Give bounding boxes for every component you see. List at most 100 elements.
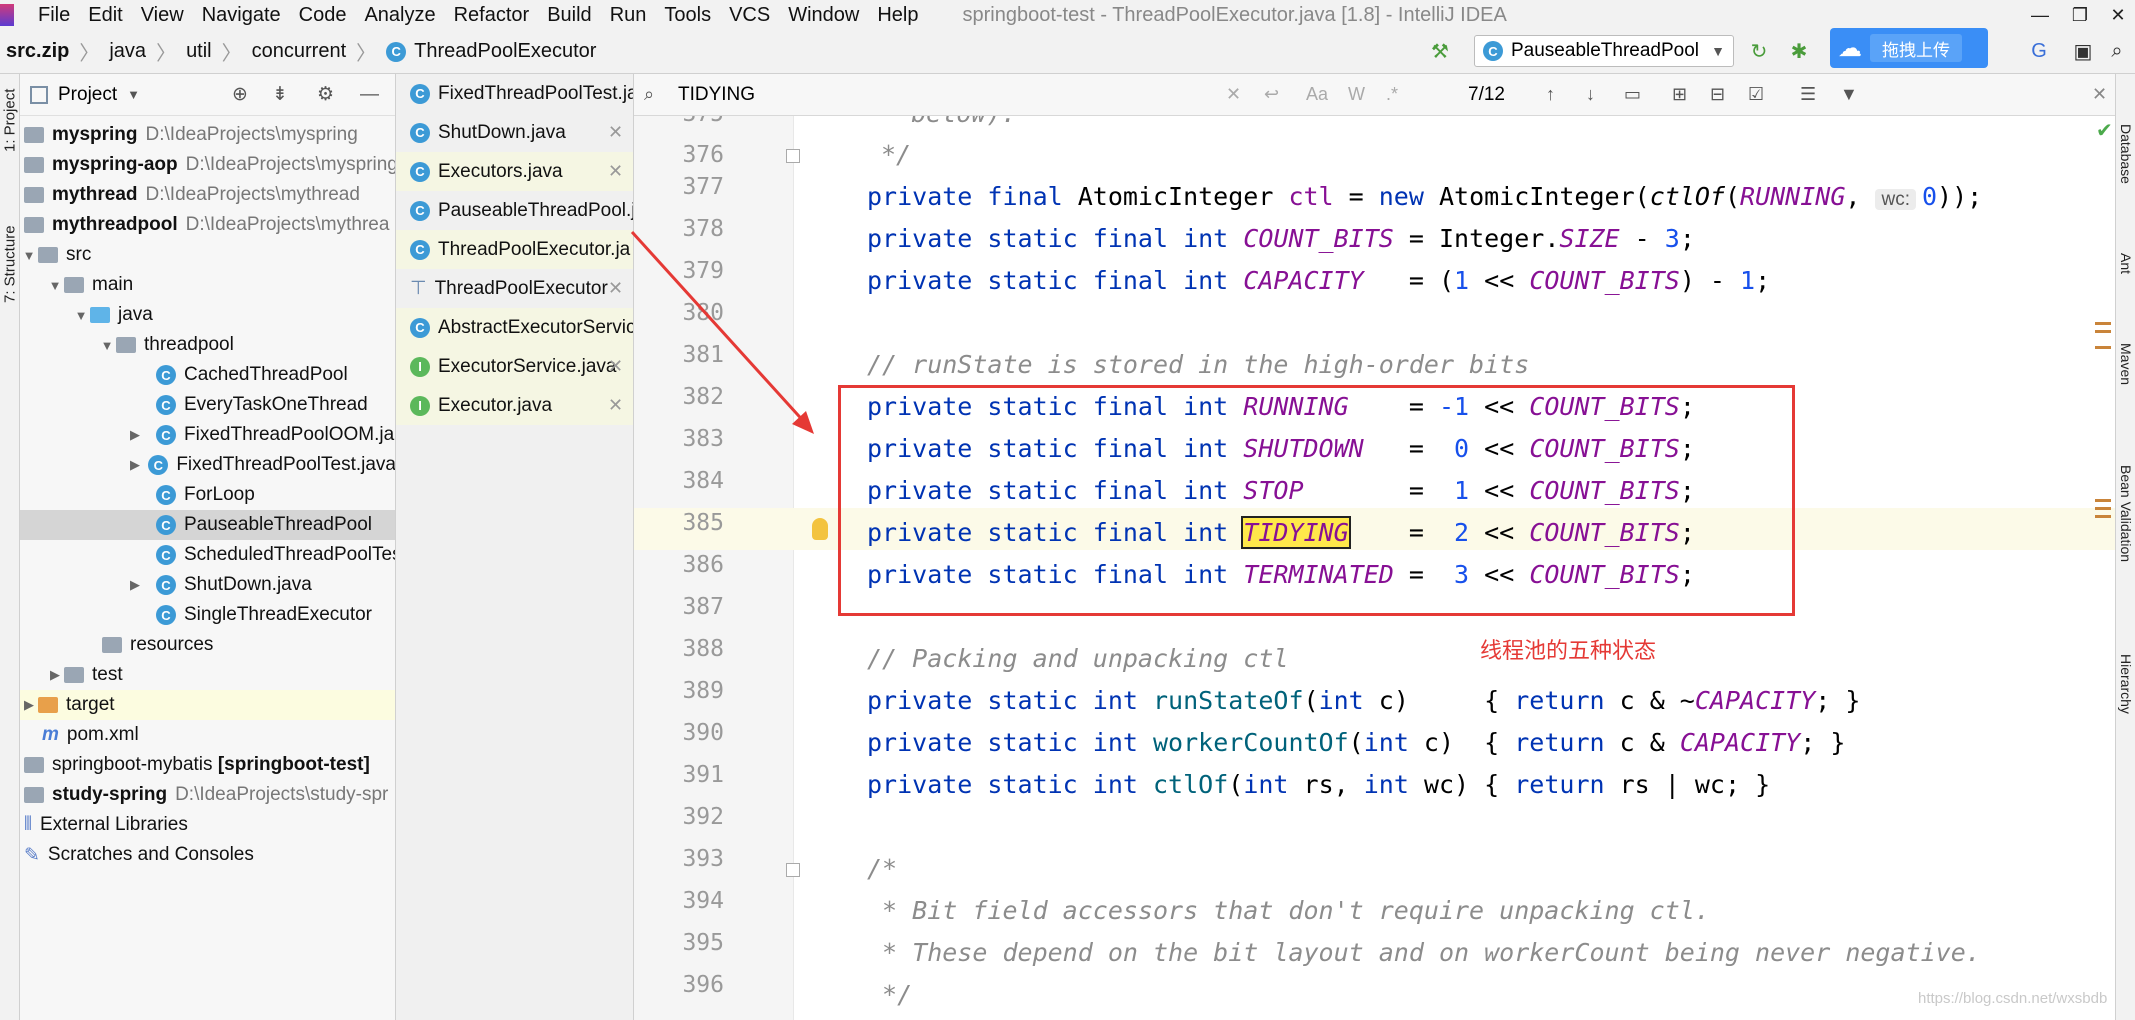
tree-item[interactable]: ✎ Scratches and Consoles (20, 840, 395, 870)
tree-item[interactable]: ▼ threadpool (20, 330, 395, 360)
tab-project[interactable]: 1: Project (0, 80, 20, 160)
menu-edit[interactable]: Edit (88, 4, 122, 27)
tree-item[interactable]: mythread D:\IdeaProjects\mythread (20, 180, 395, 210)
menu-refactor[interactable]: Refactor (454, 4, 530, 27)
open-file-tab[interactable]: ⊤ ThreadPoolExecutor ✕ (396, 269, 633, 308)
tab-ant[interactable]: Ant (2116, 234, 2135, 294)
run-configuration-select[interactable]: C PauseableThreadPool ▼ (1474, 35, 1734, 67)
open-file-tab[interactable]: C ShutDown.java ✕ (396, 113, 633, 152)
add-occurrence-icon[interactable]: ⊞ (1672, 84, 1687, 105)
tree-item[interactable]: ▶ test (20, 660, 395, 690)
debug-bug-icon[interactable]: ✱ (1784, 36, 1814, 66)
breadcrumb-threadpoolexecutor[interactable]: ThreadPoolExecutor (414, 40, 596, 63)
settings-icon[interactable]: ☰ (1800, 84, 1816, 105)
tree-item[interactable]: mythreadpool D:\IdeaProjects\mythrea (20, 210, 395, 240)
tree-item[interactable]: study-spring D:\IdeaProjects\study-spr (20, 780, 395, 810)
upload-button[interactable]: ☁ 拖拽上传 (1830, 28, 1988, 68)
close-tab-icon[interactable]: ✕ (608, 395, 623, 416)
menu-help[interactable]: Help (877, 4, 918, 27)
open-file-tab[interactable]: C Executors.java ✕ (396, 152, 633, 191)
locate-icon[interactable]: ⊕ (232, 83, 248, 106)
close-tab-icon[interactable]: ✕ (608, 356, 623, 377)
tree-item[interactable]: myspring-aop D:\IdeaProjects\myspring (20, 150, 395, 180)
tree-item[interactable]: C ScheduledThreadPoolTes (20, 540, 395, 570)
inspection-ok-icon[interactable]: ✔ (2096, 118, 2113, 143)
tab-database[interactable]: Database (2116, 104, 2135, 204)
whole-words-toggle[interactable]: W (1348, 84, 1365, 105)
tree-item[interactable]: C SingleThreadExecutor (20, 600, 395, 630)
search-everywhere-icon[interactable]: ⌕ (2102, 36, 2132, 66)
collapse-all-icon[interactable]: ⇟ (272, 83, 288, 106)
tree-item[interactable]: springboot-mybatis [springboot-test] (20, 750, 395, 780)
menu-code[interactable]: Code (299, 4, 347, 27)
menu-analyze[interactable]: Analyze (364, 4, 435, 27)
rerun-icon[interactable]: ↻ (1744, 36, 1774, 66)
close-find-icon[interactable]: ✕ (2092, 84, 2107, 105)
chevron-right-icon[interactable]: ▶ (126, 577, 144, 593)
close-window-icon[interactable]: ✕ (2098, 0, 2135, 30)
tree-item[interactable]: ▼ main (20, 270, 395, 300)
select-all-occurrences-icon[interactable]: ▭ (1624, 84, 1641, 105)
tree-item[interactable]: resources (20, 630, 395, 660)
menu-navigate[interactable]: Navigate (202, 4, 281, 27)
tab-maven[interactable]: Maven (2116, 324, 2135, 404)
open-file-tab-active[interactable]: C ThreadPoolExecutor.ja (396, 230, 633, 269)
close-tab-icon[interactable]: ✕ (608, 278, 623, 299)
filter-icon[interactable]: ▼ (1840, 84, 1858, 105)
close-tab-icon[interactable]: ✕ (608, 161, 623, 182)
open-file-tab[interactable]: C FixedThreadPoolTest.ja (396, 74, 633, 113)
tree-item[interactable]: myspring D:\IdeaProjects\myspring (20, 120, 395, 150)
error-stripe-mark[interactable] (2095, 330, 2111, 333)
chevron-down-icon[interactable]: ▼ (72, 308, 90, 323)
menu-run[interactable]: Run (610, 4, 647, 27)
project-panel-title[interactable]: Project (58, 84, 117, 106)
tree-item[interactable]: C EveryTaskOneThread (20, 390, 395, 420)
new-line-icon[interactable]: ↩ (1264, 84, 1279, 105)
previous-occurrence-icon[interactable]: ↑ (1546, 84, 1555, 105)
hide-panel-icon[interactable]: — (360, 84, 379, 106)
breadcrumb-src-zip[interactable]: src.zip (6, 40, 69, 63)
tab-bean-validation[interactable]: Bean Validation (2116, 424, 2135, 604)
menu-vcs[interactable]: VCS (729, 4, 770, 27)
tree-item[interactable]: ▶ C FixedThreadPoolOOM.ja (20, 420, 395, 450)
tab-hierarchy[interactable]: Hierarchy (2116, 624, 2135, 744)
translate-icon[interactable]: G (2024, 36, 2054, 66)
presentation-icon[interactable]: ▣ (2068, 36, 2098, 66)
chevron-down-icon[interactable]: ▼ (20, 248, 38, 263)
tree-item[interactable]: ▼ src (20, 240, 395, 270)
search-input[interactable]: TIDYING (678, 84, 755, 106)
error-stripe-mark[interactable] (2095, 499, 2111, 502)
tree-item[interactable]: ▶ target (20, 690, 395, 720)
open-file-tab[interactable]: I ExecutorService.java ✕ (396, 347, 633, 386)
minimize-icon[interactable]: — (2020, 0, 2060, 30)
tree-item[interactable]: C ForLoop (20, 480, 395, 510)
open-file-tab[interactable]: C PauseableThreadPool.j (396, 191, 633, 230)
tree-item[interactable]: ▶ C ShutDown.java (20, 570, 395, 600)
tree-item-selected[interactable]: C PauseableThreadPool (20, 510, 395, 540)
open-file-tab[interactable]: C AbstractExecutorServic (396, 308, 633, 347)
menu-window[interactable]: Window (788, 4, 859, 27)
next-occurrence-icon[interactable]: ↓ (1586, 84, 1595, 105)
tree-item[interactable]: ⫴ External Libraries (20, 810, 395, 840)
clear-search-icon[interactable]: ✕ (1226, 84, 1241, 105)
menu-file[interactable]: File (38, 4, 70, 27)
regex-toggle[interactable]: .* (1386, 84, 1398, 105)
tree-item[interactable]: ▼ java (20, 300, 395, 330)
build-hammer-icon[interactable]: ⚒ (1424, 36, 1456, 66)
chevron-down-icon[interactable]: ▼ (98, 338, 116, 353)
chevron-down-icon[interactable]: ▼ (127, 87, 140, 102)
menu-tools[interactable]: Tools (664, 4, 711, 27)
menu-view[interactable]: View (141, 4, 184, 27)
remove-occurrence-icon[interactable]: ⊟ (1710, 84, 1725, 105)
menu-build[interactable]: Build (547, 4, 591, 27)
select-all-icon[interactable]: ☑ (1748, 84, 1764, 105)
breadcrumb-java[interactable]: java (109, 40, 146, 63)
match-case-toggle[interactable]: Aa (1306, 84, 1328, 105)
breadcrumb-util[interactable]: util (186, 40, 212, 63)
chevron-right-icon[interactable]: ▶ (20, 697, 38, 713)
breadcrumb-concurrent[interactable]: concurrent (252, 40, 347, 63)
error-stripe-mark[interactable] (2095, 515, 2111, 518)
chevron-right-icon[interactable]: ▶ (126, 457, 144, 473)
chevron-right-icon[interactable]: ▶ (46, 667, 64, 683)
close-tab-icon[interactable]: ✕ (608, 122, 623, 143)
